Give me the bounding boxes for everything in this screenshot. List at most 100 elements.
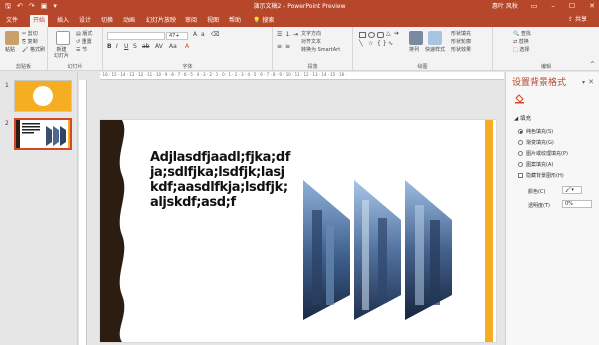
bold-icon[interactable]: B [107, 43, 112, 51]
transparency-input[interactable]: 0% [562, 200, 592, 208]
align-text-button[interactable]: 对齐文本 [301, 39, 321, 45]
change-case-icon[interactable]: Aa [169, 43, 177, 51]
tell-me-search[interactable]: 💡 搜索 [250, 15, 277, 27]
triangle-shape-icon[interactable]: △ [386, 30, 391, 38]
tab-view[interactable]: 视图 [204, 15, 222, 27]
italic-icon[interactable]: I [116, 43, 118, 51]
arrange-icon[interactable] [409, 31, 423, 45]
radio-pattern-fill[interactable] [518, 162, 523, 167]
share-button[interactable]: ⇪ 共享 [564, 14, 591, 25]
pane-options-icon[interactable]: ▾ [582, 79, 585, 86]
checkbox-hide-bg[interactable] [518, 173, 523, 178]
collapse-ribbon-icon[interactable]: ^ [590, 61, 595, 69]
shape-outline-button[interactable]: 形状轮廓 [451, 39, 471, 45]
line-shape-icon[interactable]: ╲ [359, 40, 363, 48]
smartart-button[interactable]: 转换为 SmartArt [301, 47, 340, 53]
share-icon: ⇪ [568, 16, 574, 23]
strikethrough-icon[interactable]: ab [142, 43, 150, 51]
layout-button[interactable]: ▤ 版式 [76, 31, 92, 37]
vertical-ruler[interactable] [79, 80, 87, 345]
shadow-icon[interactable]: S [133, 43, 137, 51]
align-left-icon[interactable]: ≡ [277, 43, 282, 51]
rectangle-shape-icon[interactable] [359, 32, 366, 38]
close-icon[interactable]: ✕ [589, 1, 595, 11]
shape-fill-button[interactable]: 形状填充 [451, 31, 471, 37]
copy-button[interactable]: ⎘ 复制 [22, 39, 38, 45]
arrow-shape-icon[interactable]: ➔ [394, 30, 399, 38]
arrange-button[interactable]: 排列 [409, 47, 419, 53]
maximize-icon[interactable]: ☐ [569, 1, 575, 11]
quick-styles-button[interactable]: 快速样式 [425, 47, 445, 53]
replace-button[interactable]: ⇄ 替换 [513, 39, 529, 45]
tab-home[interactable]: 开始 [30, 15, 49, 27]
curve-shape-icon[interactable]: ∿ [388, 40, 393, 48]
search-label: 搜索 [262, 17, 275, 24]
clear-format-icon[interactable]: ⌫ [211, 31, 219, 39]
radio-gradient-fill[interactable] [518, 140, 523, 145]
reset-button[interactable]: ↺ 重置 [76, 39, 92, 45]
align-center-icon[interactable]: ≡ [285, 43, 290, 51]
color-picker-button[interactable]: 🖌▾ [562, 186, 582, 194]
slide-thumbnail-1[interactable] [14, 80, 72, 112]
grow-font-icon[interactable]: A [193, 31, 197, 39]
format-painter-button[interactable]: 🖌 格式刷 [22, 47, 45, 53]
paste-button[interactable]: 粘贴 [5, 47, 15, 53]
tab-animations[interactable]: 动画 [120, 15, 138, 27]
slide-number-1: 1 [5, 82, 9, 89]
tab-review[interactable]: 审阅 [182, 15, 200, 27]
hide-background-graphics[interactable]: 隐藏背景图形(H) [518, 172, 564, 179]
new-slide-button[interactable]: 新建 幻灯片 [54, 47, 69, 59]
slide-orange-bar[interactable] [485, 120, 493, 342]
color-picker-icon: 🖌▾ [565, 187, 574, 193]
slide-body-text[interactable]: Adjlasdfjaadl;fjka;dfja;sdlfjka;lsdfjk;l… [150, 150, 290, 210]
find-button[interactable]: 🔍 查找 [513, 31, 531, 37]
slide-thumbnail-2[interactable] [14, 118, 72, 150]
tab-transitions[interactable]: 切换 [98, 15, 116, 27]
current-slide[interactable]: Adjlasdfjaadl;fjka;dfja;sdlfjka;lsdfjk;l… [100, 120, 496, 342]
section-button[interactable]: ☰ 节 [76, 47, 87, 53]
font-name-box[interactable] [107, 32, 165, 40]
tab-file[interactable]: 文件 [3, 15, 21, 27]
brace-shape-icon[interactable]: { } [377, 40, 387, 48]
option-picture-fill[interactable]: 图片或纹理填充(P) [518, 150, 568, 157]
tab-help[interactable]: 帮助 [226, 15, 244, 27]
oval-shape-icon[interactable] [368, 32, 375, 38]
ribbon-display-icon[interactable]: ▭ [531, 1, 538, 11]
pane-close-icon[interactable]: ✕ [588, 78, 594, 86]
underline-icon[interactable]: U [124, 43, 128, 51]
minimize-icon[interactable]: – [551, 1, 555, 11]
user-name[interactable]: 惠叶 风秋 [492, 2, 518, 11]
select-label: 选择 [519, 47, 530, 53]
tab-slideshow[interactable]: 幻灯片放映 [143, 15, 179, 27]
group-label-clipboard: 剪贴板 [15, 64, 31, 70]
font-size-box[interactable]: 47+ [166, 32, 188, 40]
fill-bucket-icon[interactable] [514, 93, 525, 104]
option-solid-fill[interactable]: 纯色填充(S) [518, 128, 553, 135]
select-button[interactable]: ⬚ 选择 [513, 47, 529, 53]
radio-picture-fill[interactable] [518, 151, 523, 156]
bullets-icon[interactable]: ☰ [277, 31, 282, 39]
paste-icon[interactable] [5, 31, 19, 45]
horizontal-ruler[interactable]: · 16 · 15 · 14 · 13 · 12 · 11 · 10 · 9 ·… [100, 72, 504, 80]
wave-panel [100, 120, 125, 342]
option-gradient-fill[interactable]: 渐变填充(G) [518, 139, 554, 146]
rounded-rect-shape-icon[interactable] [377, 32, 384, 38]
radio-solid-fill[interactable] [518, 129, 523, 134]
font-color-icon[interactable]: A [185, 43, 189, 51]
text-direction-button[interactable]: 文字方向 [301, 31, 321, 37]
option-pattern-fill[interactable]: 图案填充(A) [518, 161, 553, 168]
numbering-icon[interactable]: ⒈ [285, 31, 291, 39]
group-label-editing: 编辑 [540, 64, 551, 70]
shrink-font-icon[interactable]: a [201, 31, 205, 39]
star-shape-icon[interactable]: ☆ [368, 40, 373, 48]
cut-button[interactable]: ✂ 剪切 [22, 31, 38, 37]
shape-effects-button[interactable]: 形状效果 [451, 47, 471, 53]
indent-icon[interactable]: ⇥ [293, 31, 298, 39]
quick-styles-icon[interactable] [428, 31, 442, 45]
fill-section-header[interactable]: ◢ 填充 [514, 114, 531, 122]
tab-design[interactable]: 设计 [76, 15, 94, 27]
layout-label: 版式 [82, 31, 93, 37]
tab-insert[interactable]: 插入 [54, 15, 72, 27]
char-spacing-icon[interactable]: AV [155, 43, 163, 51]
new-slide-icon[interactable] [56, 31, 70, 45]
